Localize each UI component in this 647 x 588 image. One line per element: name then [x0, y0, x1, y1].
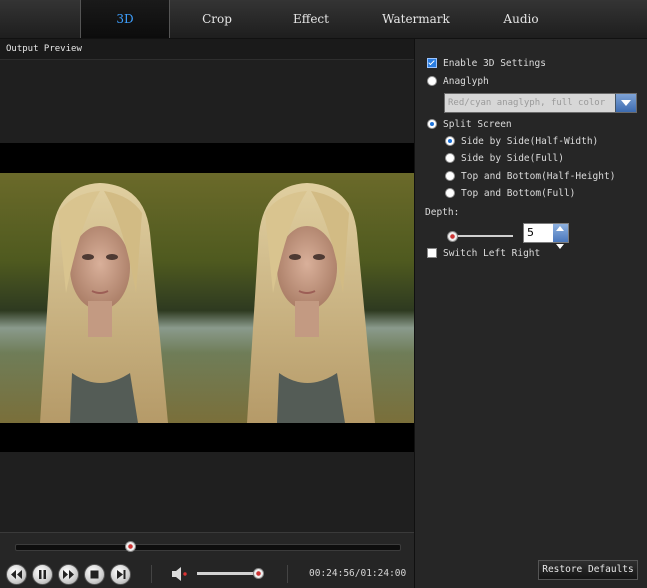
- preview-title: Output Preview: [0, 39, 414, 60]
- divider: [151, 565, 152, 583]
- tab-effect[interactable]: Effect: [266, 0, 356, 38]
- enable-3d-row[interactable]: Enable 3D Settings: [427, 55, 546, 71]
- split-option-radio[interactable]: [445, 136, 455, 146]
- tab-watermark[interactable]: Watermark: [366, 0, 466, 38]
- seek-bar: [0, 532, 414, 561]
- tab-crop[interactable]: Crop: [172, 0, 262, 38]
- split-option-half-height[interactable]: Top and Bottom(Half-Height): [445, 168, 615, 184]
- volume-icon[interactable]: [170, 566, 188, 582]
- split-option-side-full[interactable]: Side by Side(Full): [445, 150, 564, 166]
- volume-handle[interactable]: [253, 568, 265, 579]
- fast-forward-button[interactable]: [58, 564, 79, 585]
- split-screen-radio[interactable]: [427, 119, 437, 129]
- rewind-button[interactable]: [6, 564, 27, 585]
- video-frame-right: [207, 173, 414, 423]
- split-option-radio[interactable]: [445, 171, 455, 181]
- letterbox-top: [0, 143, 414, 173]
- fast-forward-icon: [63, 570, 74, 579]
- split-screen-row[interactable]: Split Screen: [427, 116, 512, 132]
- letterbox-bottom: [0, 422, 414, 452]
- divider: [287, 565, 288, 583]
- player-controls: 00:24:56/01:24:00: [0, 560, 414, 588]
- depth-value[interactable]: 5: [527, 224, 534, 242]
- anaglyph-select-value: Red/cyan anaglyph, full color: [448, 98, 606, 108]
- tab-3d[interactable]: 3D: [80, 0, 170, 38]
- split-screen-label: Split Screen: [443, 118, 512, 130]
- next-frame-icon: [117, 570, 126, 579]
- split-option-half-width[interactable]: Side by Side(Half-Width): [445, 133, 598, 149]
- anaglyph-select[interactable]: Red/cyan anaglyph, full color: [444, 93, 637, 113]
- switch-left-right-checkbox[interactable]: [427, 248, 437, 258]
- depth-slider[interactable]: [447, 231, 513, 242]
- enable-3d-checkbox[interactable]: [427, 58, 437, 68]
- next-frame-button[interactable]: [110, 564, 131, 585]
- split-option-label: Top and Bottom(Full): [461, 187, 576, 199]
- split-option-label: Side by Side(Full): [461, 152, 564, 164]
- stop-button[interactable]: [84, 564, 105, 585]
- seek-track[interactable]: [15, 544, 401, 551]
- pause-icon: [39, 570, 46, 579]
- switch-left-right-label: Switch Left Right: [443, 247, 541, 259]
- stepper-up-icon[interactable]: [553, 224, 568, 233]
- split-option-radio[interactable]: [445, 188, 455, 198]
- split-option-label: Side by Side(Half-Width): [461, 135, 599, 147]
- restore-defaults-button[interactable]: Restore Defaults: [538, 560, 638, 580]
- settings-panel: Enable 3D Settings Anaglyph Red/cyan ana…: [414, 39, 647, 588]
- depth-slider-track: [451, 235, 513, 237]
- tab-audio[interactable]: Audio: [476, 0, 566, 38]
- anaglyph-radio[interactable]: [427, 76, 437, 86]
- tab-bar: 3D Crop Effect Watermark Audio: [0, 0, 647, 39]
- split-option-top-full[interactable]: Top and Bottom(Full): [445, 185, 575, 201]
- chevron-down-icon[interactable]: [615, 94, 636, 112]
- video-frame: [0, 173, 414, 423]
- stepper-down-icon[interactable]: [553, 233, 568, 249]
- video-frame-left: [0, 173, 207, 423]
- depth-label: Depth:: [425, 206, 460, 218]
- split-option-radio[interactable]: [445, 153, 455, 163]
- pause-button[interactable]: [32, 564, 53, 585]
- depth-stepper[interactable]: 5: [523, 223, 569, 249]
- switch-left-right-row[interactable]: Switch Left Right: [427, 245, 540, 261]
- enable-3d-label: Enable 3D Settings: [443, 57, 546, 69]
- rewind-icon: [11, 570, 22, 579]
- depth-stepper-buttons: [553, 224, 568, 249]
- stop-icon: [90, 570, 99, 579]
- anaglyph-label: Anaglyph: [443, 75, 489, 87]
- time-readout: 00:24:56/01:24:00: [309, 568, 407, 579]
- anaglyph-row[interactable]: Anaglyph: [427, 73, 489, 89]
- depth-slider-handle[interactable]: [447, 231, 458, 242]
- split-option-label: Top and Bottom(Half-Height): [461, 170, 616, 182]
